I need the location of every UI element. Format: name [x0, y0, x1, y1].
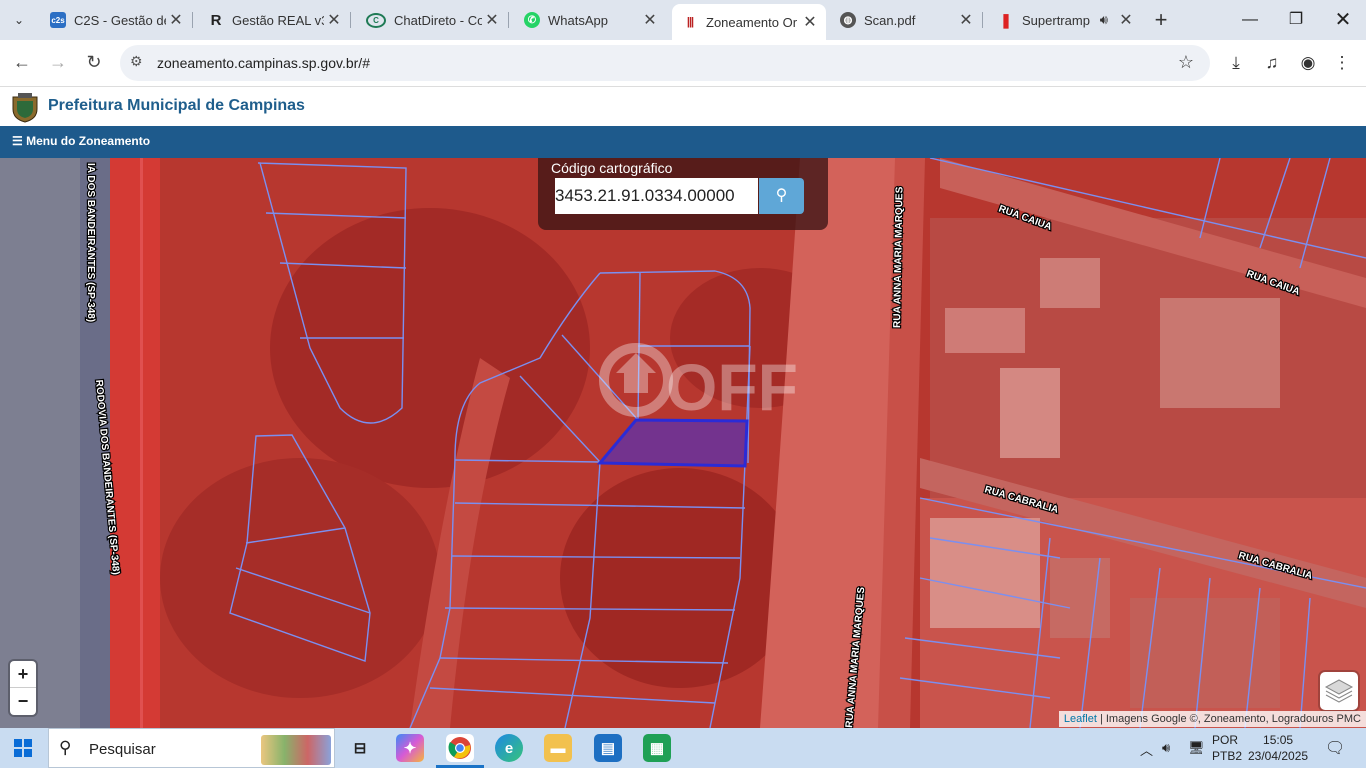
tab-whatsapp[interactable]: ✆ WhatsApp ✕	[514, 4, 666, 36]
zoom-in-button[interactable]: +	[10, 661, 36, 688]
campinas-crest-icon	[12, 93, 38, 123]
tab-gestao-real[interactable]: R Gestão REAL v3. ✕	[198, 4, 351, 36]
forward-button[interactable]: →	[46, 50, 70, 74]
new-tab-button[interactable]: +	[1150, 8, 1172, 32]
tab-title: C2S - Gestão de	[74, 12, 166, 28]
restore-button[interactable]: ❐	[1273, 6, 1319, 34]
close-icon[interactable]: ✕	[956, 10, 976, 30]
close-icon[interactable]: ✕	[166, 10, 186, 30]
page-title: Prefeitura Municipal de Campinas	[48, 97, 305, 114]
clock-time: 15:05	[1263, 733, 1294, 747]
search-label: Código cartográfico	[551, 160, 673, 176]
search-icon: ⚲	[59, 738, 72, 757]
task-view-icon[interactable]: ⊟	[346, 734, 374, 762]
speaker-icon[interactable]: 🔊︎	[1100, 12, 1108, 28]
menu-label: Menu do Zoneamento	[26, 134, 151, 148]
tab-title: Supertramp	[1022, 12, 1090, 28]
tab-c2s[interactable]: c2s C2S - Gestão de ✕	[40, 4, 193, 36]
leaflet-link[interactable]: Leaflet	[1064, 713, 1097, 725]
tab-title: WhatsApp	[548, 12, 608, 28]
close-icon[interactable]: ✕	[482, 10, 502, 30]
media-control-icon[interactable]: ♫	[1260, 51, 1284, 75]
whatsapp-icon: ✆	[524, 12, 540, 28]
tab-search-button[interactable]: ⌄	[6, 8, 32, 32]
close-icon[interactable]: ✕	[1116, 10, 1136, 30]
r-logo-icon: R	[210, 11, 222, 29]
chrome-logo	[448, 737, 471, 759]
network-icon[interactable]: 🖥︎	[1188, 740, 1205, 756]
show-hidden-icons[interactable]: ︿	[1140, 740, 1153, 759]
map-view[interactable]: OFF IA DOS BANDEIRANTES (SP-348) RODOVIA…	[0, 158, 1366, 728]
clock-date: 23/04/2025	[1248, 749, 1309, 763]
taskbar-search-placeholder: Pesquisar	[89, 741, 156, 758]
highway-lanes-left	[0, 158, 80, 728]
download-icon[interactable]: ⤓	[1224, 51, 1248, 75]
layers-icon	[1324, 679, 1354, 703]
globe-icon: ◍	[840, 12, 856, 28]
music-icon: ❚	[1000, 11, 1012, 28]
site-header: Prefeitura Municipal de Campinas	[0, 87, 1366, 126]
search-highlight-icon	[261, 735, 331, 765]
reload-button[interactable]: ↻	[82, 50, 106, 74]
tab-chatdireto[interactable]: C ChatDireto - Cor ✕	[356, 4, 509, 36]
input-language[interactable]: POR PTB2	[1212, 732, 1242, 764]
map-attribution: Leaflet | Imagens Google ©, Zoneamento, …	[1058, 711, 1366, 727]
browser-menu-icon[interactable]: ⋮	[1330, 51, 1354, 75]
site-info-icon[interactable]: ⚙	[130, 53, 143, 70]
windows-start-icon[interactable]	[14, 739, 32, 757]
street-label-rodovia: IA DOS BANDEIRANTES (SP-348)	[85, 163, 96, 322]
watermark-text: OFF	[666, 350, 798, 424]
tab-supertramp[interactable]: ❚ Supertramp 🔊︎ ✕	[988, 4, 1142, 36]
file-explorer-icon[interactable]: ▬	[544, 734, 572, 762]
windows-taskbar: ⚲ Pesquisar ⊟ ✦ e ▬ ▤ ▦ ︿ 🔊︎ 🖥︎ POR PTB2…	[0, 728, 1366, 768]
close-icon[interactable]: ✕	[800, 12, 820, 32]
volume-icon[interactable]: 🔊︎	[1162, 740, 1170, 756]
system-clock[interactable]: 15:05 23/04/2025	[1248, 732, 1308, 764]
notifications-icon[interactable]: 🗨︎	[1325, 738, 1345, 758]
zoom-control: + −	[10, 661, 36, 715]
keyboard-layout: PTB2	[1212, 749, 1243, 763]
tab-scan-pdf[interactable]: ◍ Scan.pdf ✕	[830, 4, 983, 36]
browser-toolbar: ← → ↻ ⚙ zoneamento.campinas.sp.gov.br/# …	[0, 40, 1366, 87]
address-bar[interactable]: ⚙ zoneamento.campinas.sp.gov.br/# ☆	[120, 45, 1210, 81]
tab-zoneamento[interactable]: ||| Zoneamento Or ✕	[672, 4, 826, 40]
language-code: POR	[1212, 733, 1239, 747]
cartographic-code-input[interactable]	[555, 178, 758, 214]
c2s-icon: c2s	[50, 12, 66, 28]
attribution-text: | Imagens Google ©, Zoneamento, Logradou…	[1096, 713, 1361, 725]
sheets-icon[interactable]: ▦	[643, 734, 671, 762]
search-button[interactable]: ⚲	[759, 178, 804, 214]
edge-icon[interactable]: e	[495, 734, 523, 762]
close-icon[interactable]: ✕	[324, 10, 344, 30]
tab-title: Gestão REAL v3.	[232, 12, 324, 28]
outlook-icon[interactable]: ▤	[594, 734, 622, 762]
chatdireto-icon: C	[366, 12, 386, 28]
cartographic-code-search: Código cartográfico ⚲	[538, 158, 828, 230]
minimize-button[interactable]: —	[1227, 6, 1273, 34]
bookmark-star-icon[interactable]: ☆	[1178, 52, 1194, 73]
taskbar-search-box[interactable]: ⚲ Pesquisar	[48, 728, 335, 768]
profile-icon[interactable]: ◉	[1296, 51, 1320, 75]
back-button[interactable]: ←	[10, 50, 34, 74]
tab-title: Scan.pdf	[864, 12, 916, 28]
menu-bar: ☰ Menu do Zoneamento	[0, 126, 1366, 158]
search-icon: ⚲	[775, 187, 788, 204]
tab-title: Zoneamento Or	[706, 14, 798, 30]
window-close-button[interactable]: ✕	[1320, 6, 1366, 34]
close-icon[interactable]: ✕	[640, 10, 660, 30]
browser-tab-strip: ⌄ c2s C2S - Gestão de ✕ R Gestão REAL v3…	[0, 0, 1366, 40]
zoning-menu-button[interactable]: ☰ Menu do Zoneamento	[12, 134, 150, 148]
chrome-icon[interactable]	[436, 734, 484, 768]
layers-button[interactable]	[1320, 672, 1358, 710]
campinas-icon: |||	[686, 16, 694, 28]
tab-title: ChatDireto - Cor	[394, 12, 482, 28]
copilot-icon[interactable]: ✦	[396, 734, 424, 762]
url-text[interactable]: zoneamento.campinas.sp.gov.br/#	[157, 55, 370, 71]
map-canvas[interactable]: OFF IA DOS BANDEIRANTES (SP-348) RODOVIA…	[0, 158, 1366, 728]
zoom-out-button[interactable]: −	[10, 688, 36, 715]
